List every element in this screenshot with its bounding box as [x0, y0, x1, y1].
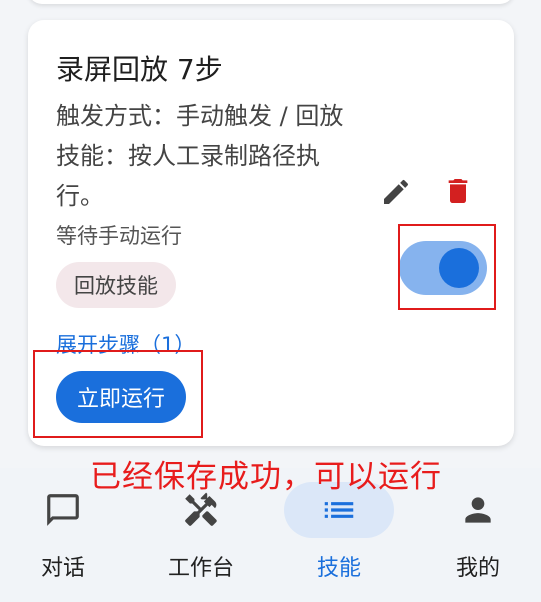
- chat-bubble-icon: [47, 494, 79, 526]
- skill-title: 录屏回放 7步: [56, 53, 223, 86]
- person-icon: [465, 497, 491, 523]
- trash-icon[interactable]: [442, 174, 474, 208]
- tools-icon: [185, 492, 217, 526]
- nav-label-skills: 技能: [316, 556, 361, 581]
- pencil-icon[interactable]: [380, 176, 412, 208]
- nav-label-chat: 对话: [40, 556, 85, 581]
- save-success-annotation: 已经保存成功，可以运行: [90, 459, 442, 495]
- previous-card-edge: [28, 0, 514, 4]
- highlight-box-toggle: [398, 224, 496, 310]
- run-status: 等待手动运行: [56, 224, 182, 248]
- skill-type-chip: 回放技能: [56, 262, 176, 308]
- skill-description: 触发方式：手动触发 / 回放技能：按人工录制路径执行。: [56, 102, 344, 210]
- nav-label-me: 我的: [455, 556, 500, 581]
- nav-label-workbench: 工作台: [167, 556, 234, 581]
- highlight-box-run: [33, 350, 203, 438]
- list-icon: [324, 502, 354, 518]
